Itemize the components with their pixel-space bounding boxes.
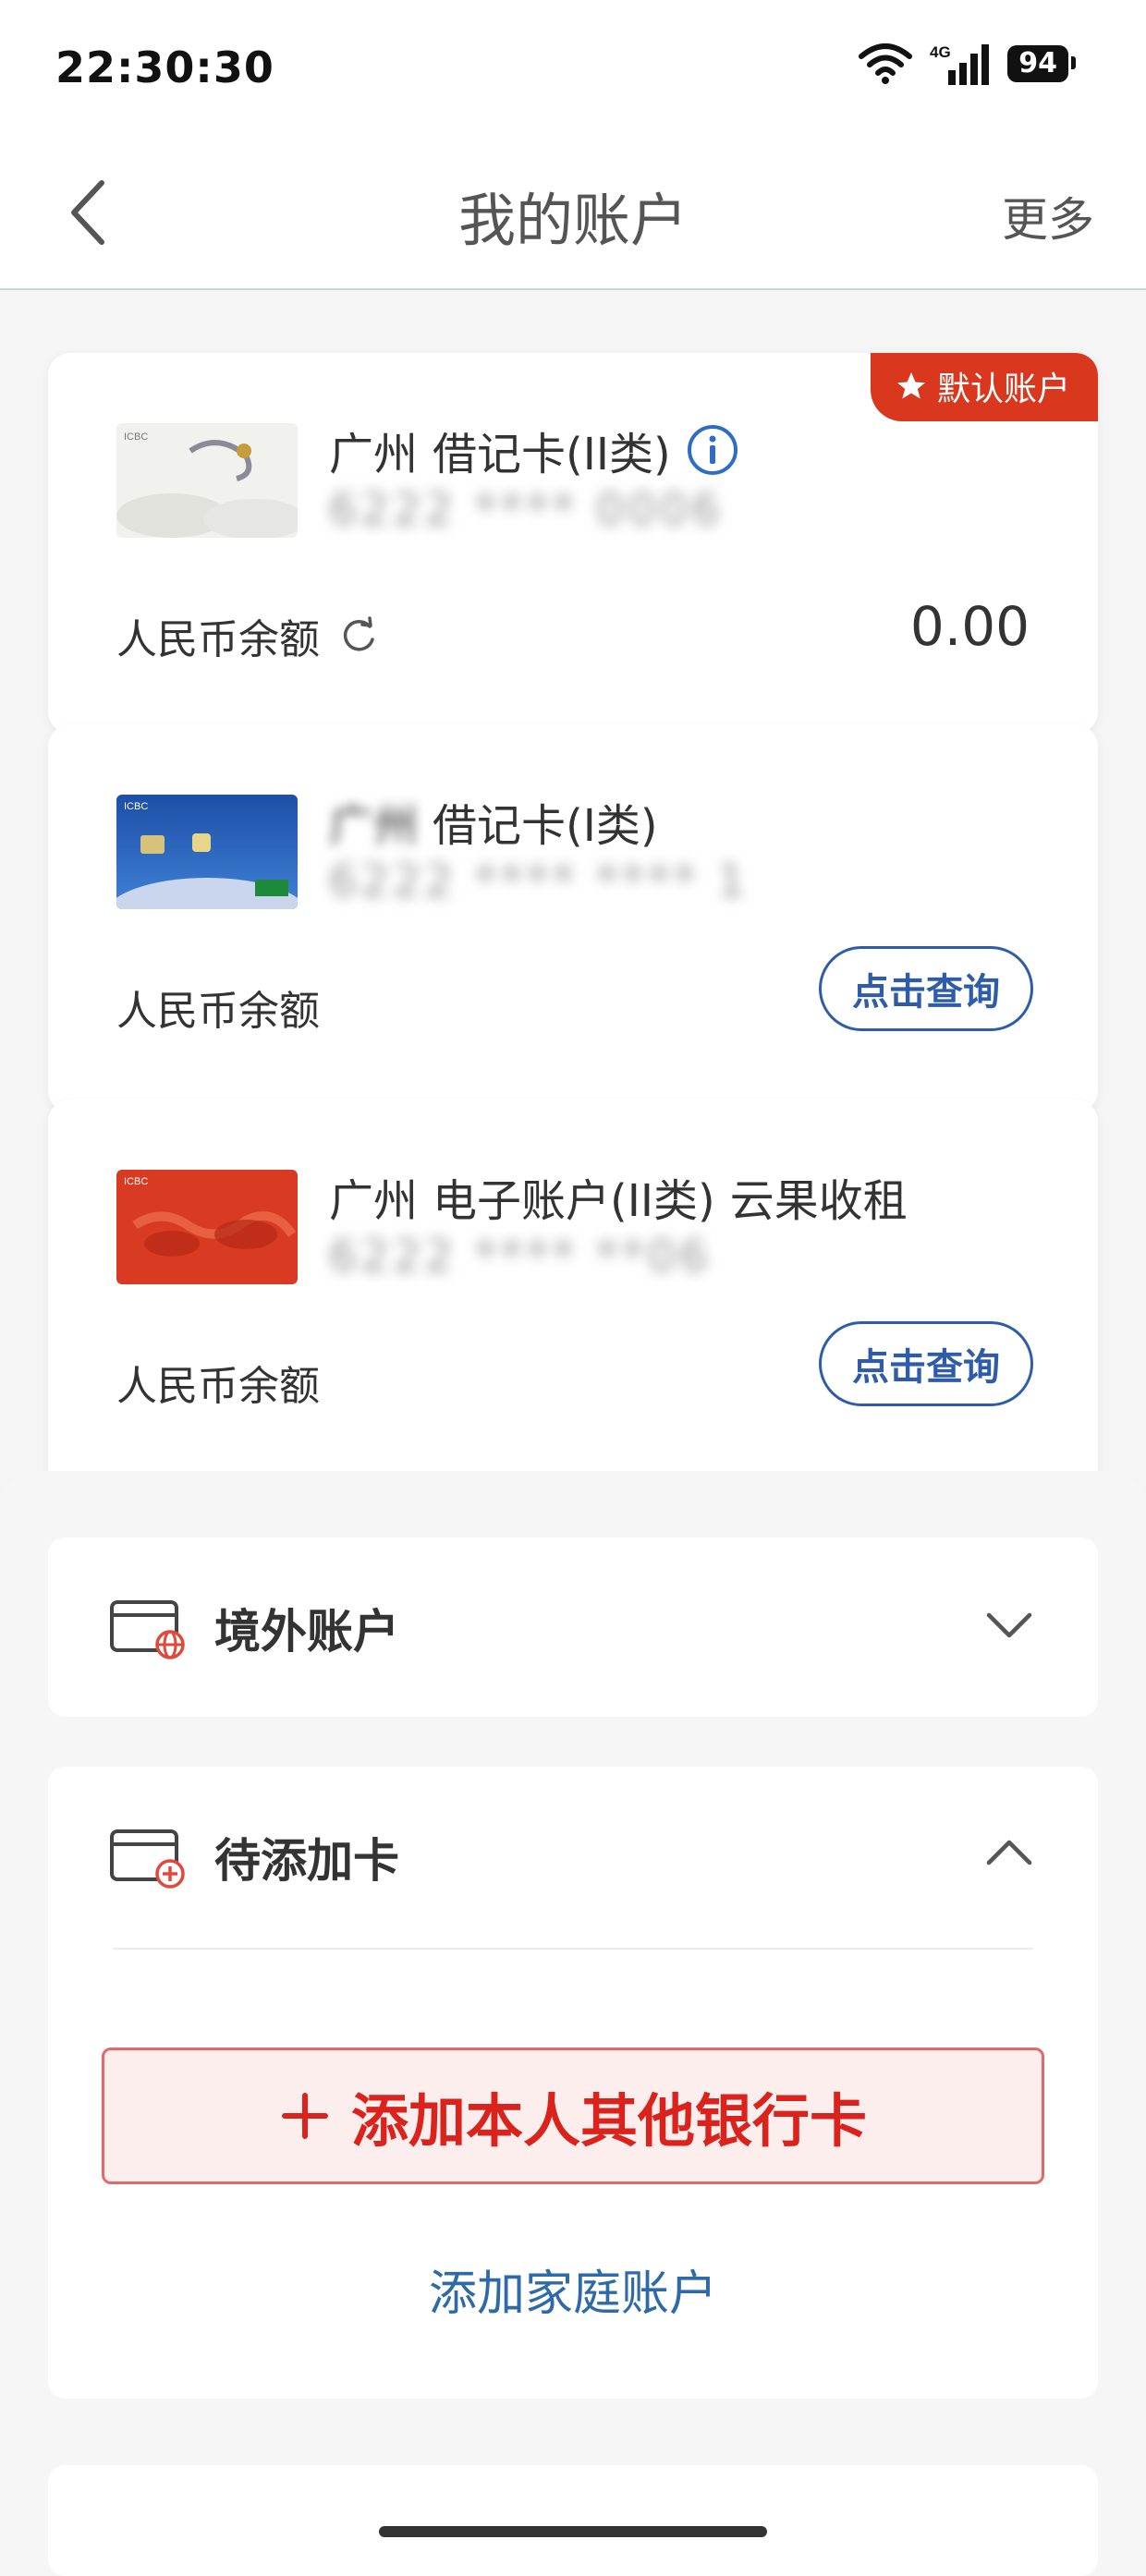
card-image-dragon: ICBC [116,423,298,538]
next-section [48,2465,1098,2576]
card-globe-icon [110,1600,185,1659]
account-suffix: 云果收租 [729,1175,908,1227]
default-account-badge: 默认账户 [870,353,1098,421]
account-type: 借记卡(II类) [433,429,671,480]
svg-text:ICBC: ICBC [124,1176,148,1187]
balance-label: 人民币余额 [116,988,320,1035]
account-name: 广州 电子账户(II类) 云果收租 [329,1164,908,1229]
battery-indicator: 94 [1007,45,1076,82]
account-region: 广州 [329,429,419,480]
svg-text:ICBC: ICBC [124,801,148,812]
home-indicator[interactable] [379,2526,767,2537]
account-card[interactable]: 默认账户 ICBC 广州 借记卡(II类) 6222 **** 0006 人民币… [48,353,1098,734]
query-balance-button[interactable]: 点击查询 [819,1321,1033,1406]
account-region: 广州 [329,800,419,852]
account-card[interactable]: ICBC 广州 电子账户(II类) 云果收租 6222 **** **06 人民… [48,1100,1098,1497]
info-icon[interactable] [686,423,739,477]
balance-label-row: 人民币余额 [116,1353,320,1412]
account-card[interactable]: ICBC 广州 借记卡(I类) 6222 **** **** 1 人民币余额 点… [48,724,1098,1112]
overseas-accounts-section[interactable]: 境外账户 [48,1537,1098,1717]
account-number: 6222 **** 0006 [329,484,724,536]
refresh-icon[interactable] [338,615,379,656]
card-add-icon [110,1829,185,1889]
star-icon [896,372,925,399]
add-other-bank-card-label: 添加本人其他银行卡 [350,2087,867,2155]
wifi-icon [859,43,913,84]
network-type-label: 4G [930,43,951,61]
account-name: 广州 借记卡(I类) [329,789,658,854]
status-icons: 4G 94 [858,43,1076,85]
page-title: 我的账户 [457,187,688,254]
nav-bar: 我的账户 更多 [0,139,1146,290]
chevron-up-icon[interactable] [985,1835,1033,1872]
section-title: 境外账户 [214,1605,399,1659]
query-balance-button[interactable]: 点击查询 [819,946,1033,1031]
card-image-red: ICBC [116,1170,298,1284]
status-time: 22:30:30 [55,43,274,92]
pending-cards-section: 待添加卡 添加本人其他银行卡 添加家庭账户 [48,1767,1098,2399]
account-number: 6222 **** **** 1 [329,856,750,907]
account-region: 广州 [329,1175,419,1227]
default-account-label: 默认账户 [936,371,1070,408]
account-type: 电子账户(II类) [433,1175,715,1227]
balance-label-row: 人民币余额 [116,606,379,665]
balance-label-row: 人民币余额 [116,978,320,1037]
account-type: 借记卡(I类) [433,800,658,852]
account-number: 6222 **** **06 [329,1231,712,1282]
divider [113,1948,1033,1950]
more-button[interactable]: 更多 [1002,183,1094,249]
account-name: 广州 借记卡(II类) [329,418,739,482]
balance-label: 人民币余额 [116,616,320,663]
add-family-account-link[interactable]: 添加家庭账户 [48,2254,1098,2324]
balance-label: 人民币余额 [116,1363,320,1410]
balance-amount: 0.00 [909,595,1030,658]
cellular-signal-icon: 4G [930,43,990,85]
add-other-bank-card-button[interactable]: 添加本人其他银行卡 [102,2047,1044,2184]
status-bar: 22:30:30 4G 94 [0,0,1146,139]
svg-text:ICBC: ICBC [124,431,148,443]
section-title: 待添加卡 [214,1834,399,1888]
chevron-down-icon[interactable] [985,1606,1033,1643]
card-image-blue: ICBC [116,795,298,909]
plus-icon [281,2093,328,2139]
